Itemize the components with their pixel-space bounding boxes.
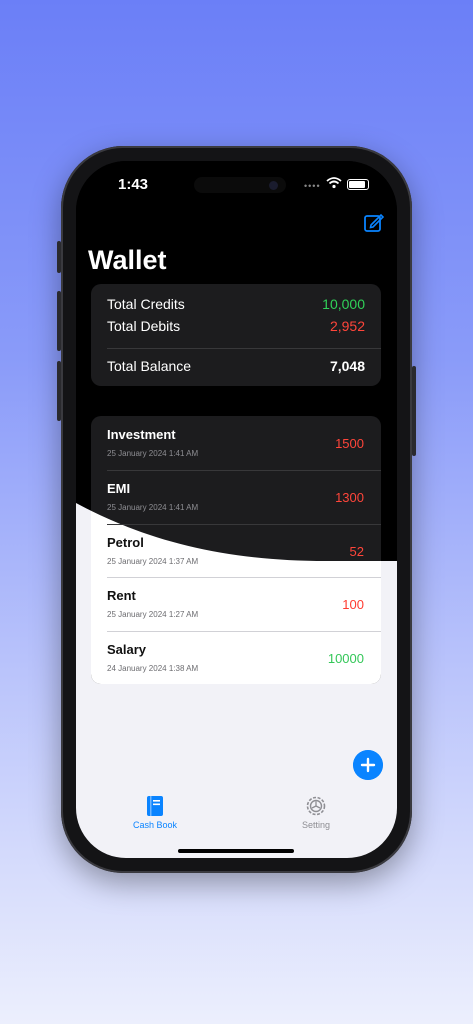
page-title: Wallet [88,245,167,275]
transaction-date: 25 January 2024 1:37 AM [107,557,199,566]
tab-setting[interactable]: Setting [271,795,361,830]
gear-icon [306,796,326,816]
transaction-amount: 1300 [335,490,364,505]
tab-label: Cash Book [132,820,178,830]
transaction-name: Petrol [107,535,144,550]
wifi-icon [326,177,342,189]
transaction-date: 24 January 2024 1:38 AM [107,664,199,673]
power-button [412,366,416,456]
silent-switch [57,241,61,273]
transaction-row[interactable]: Salary 24 January 2024 1:38 AM 10000 [91,631,381,684]
transaction-name: Rent [107,588,136,603]
app-screen: 1:43 •••• Wallet Total Credits 10,000 To… [76,161,397,858]
transaction-name: Investment [107,427,176,442]
tab-bar: Cash Book Setting [76,781,397,858]
transaction-row[interactable]: Petrol 25 January 2024 1:37 AM 52 [91,524,381,578]
volume-down-button [57,361,61,421]
transaction-amount: 100 [342,597,364,612]
camera-icon [269,181,278,190]
tab-label: Setting [301,820,331,830]
add-transaction-button[interactable] [353,750,383,780]
transaction-row[interactable]: Investment 25 January 2024 1:41 AM 1500 [91,416,381,470]
transaction-list: Investment 25 January 2024 1:41 AM 1500 … [91,416,381,684]
transaction-amount: 1500 [335,436,364,451]
transaction-date: 25 January 2024 1:27 AM [107,610,199,619]
balance-label: Total Balance [107,358,192,374]
battery-icon [347,179,369,190]
debits-value: 2,952 [329,318,365,334]
home-indicator [178,849,294,853]
transaction-amount: 52 [349,544,364,559]
transaction-row[interactable]: Rent 25 January 2024 1:27 AM 100 [91,577,381,631]
status-time: 1:43 [118,176,149,193]
transaction-name: EMI [107,481,131,496]
cellular-signal-icon: •••• [304,181,321,191]
compose-icon[interactable] [363,212,385,234]
summary-divider [107,348,381,349]
credits-value: 10,000 [322,296,365,312]
tab-cash-book[interactable]: Cash Book [110,795,200,830]
transaction-amount: 10000 [327,651,364,666]
debits-row: Total Debits 2,952 [107,318,365,334]
transaction-date: 25 January 2024 1:41 AM [107,503,199,512]
balance-row: Total Balance 7,048 [107,358,365,374]
credits-label: Total Credits [107,296,185,312]
transaction-date: 25 January 2024 1:41 AM [107,449,199,458]
status-bar: 1:43 •••• [76,161,397,211]
volume-up-button [57,291,61,351]
balance-value: 7,048 [329,358,365,374]
transaction-name: Salary [107,642,147,657]
transaction-row[interactable]: EMI 25 January 2024 1:41 AM 1300 [91,470,381,524]
summary-card: Total Credits 10,000 Total Debits 2,952 … [91,284,381,386]
credits-row: Total Credits 10,000 [107,296,365,312]
book-icon [147,796,163,816]
debits-label: Total Debits [107,318,181,334]
